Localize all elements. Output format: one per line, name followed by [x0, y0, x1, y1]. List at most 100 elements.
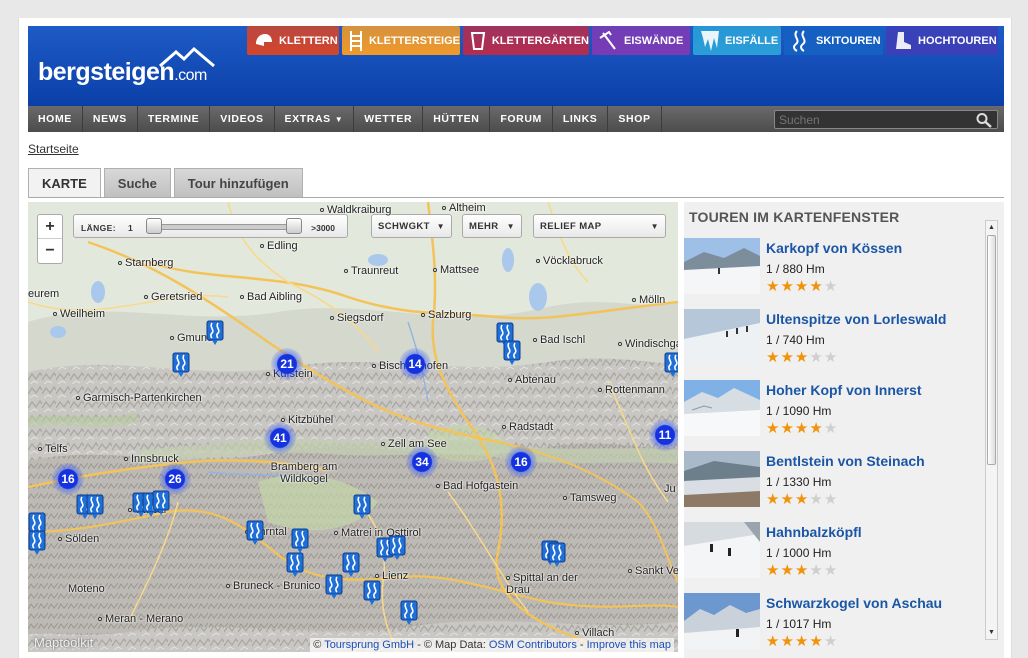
tour-cluster-marker[interactable]: 16: [505, 446, 537, 478]
tour-name-link[interactable]: Karkopf von Kössen: [766, 240, 902, 256]
place-dot: [38, 447, 42, 452]
improve-map-link[interactable]: Improve this map: [587, 639, 671, 651]
ski-tour-pin-icon[interactable]: [342, 552, 360, 578]
ski-tour-pin-icon[interactable]: [363, 580, 381, 606]
ski-tour-pin-icon[interactable]: [286, 552, 304, 578]
length-max-handle[interactable]: [286, 218, 302, 234]
breadcrumb[interactable]: Startseite: [28, 142, 79, 156]
tour-name-link[interactable]: Schwarzkogel von Aschau: [766, 595, 942, 611]
place-dot: [118, 261, 122, 266]
nav-news[interactable]: NEWS: [83, 106, 138, 132]
length-filter: LÄNGE: 1 >3000: [73, 214, 348, 238]
ski-tour-pin-icon[interactable]: [291, 528, 309, 554]
tour-cluster-marker[interactable]: 14: [399, 348, 431, 380]
nav-label: EXTRAS: [284, 113, 331, 125]
zoom-in-button[interactable]: +: [38, 215, 62, 239]
tour-thumbnail[interactable]: [684, 593, 760, 649]
scroll-thumb[interactable]: [987, 235, 996, 465]
tour-list-item[interactable]: Schwarzkogel von Aschau 1 / 1017 Hm ★★★★★: [684, 593, 984, 651]
map-place-label: Sölden: [58, 533, 99, 545]
search-icon[interactable]: [975, 112, 993, 128]
tab-tour-hinzufuegen[interactable]: Tour hinzufügen: [173, 168, 303, 197]
category-klettergärten[interactable]: KLETTERGÄRTEN: [463, 26, 589, 55]
nav-links[interactable]: LINKS: [553, 106, 609, 132]
tour-name-link[interactable]: Hahnbalzköpfl: [766, 524, 862, 540]
length-slider-track[interactable]: [146, 224, 301, 230]
osm-link[interactable]: OSM Contributors: [489, 639, 577, 651]
ski-tour-pin-icon[interactable]: [353, 494, 371, 520]
category-klettersteige[interactable]: KLETTERSTEIGE: [342, 26, 460, 55]
ski-tour-pin-icon[interactable]: [400, 600, 418, 626]
category-klettern[interactable]: KLETTERN: [247, 26, 339, 55]
scroll-down-icon[interactable]: ▼: [986, 626, 997, 639]
nav-home[interactable]: HOME: [28, 106, 83, 132]
category-skitouren[interactable]: SKITOUREN: [784, 26, 883, 55]
nav-label: HOME: [38, 113, 72, 125]
difficulty-dropdown[interactable]: SCHWGKT ▼: [371, 214, 452, 238]
more-dropdown[interactable]: MEHR ▼: [462, 214, 522, 238]
ski-tour-pin-icon[interactable]: [388, 535, 406, 561]
layer-dropdown[interactable]: RELIEF MAP ▼: [533, 214, 666, 238]
tour-list-item[interactable]: Hahnbalzköpfl 1 / 1000 Hm ★★★★★: [684, 522, 984, 580]
ski-tour-pin-icon[interactable]: [28, 530, 46, 556]
tour-list-item[interactable]: Hoher Kopf von Innerst 1 / 1090 Hm ★★★★★: [684, 380, 984, 438]
chevron-down-icon: ▼: [506, 221, 515, 231]
tour-name-link[interactable]: Hoher Kopf von Innerst: [766, 382, 922, 398]
nav-shop[interactable]: SHOP: [608, 106, 662, 132]
tour-thumbnail[interactable]: [684, 309, 760, 365]
tour-list-item[interactable]: Ultenspitze von Lorleswald 1 / 740 Hm ★★★★…: [684, 309, 984, 367]
place-dot: [266, 372, 270, 377]
star-icon: ★: [823, 562, 839, 579]
tour-cluster-marker[interactable]: 34: [406, 446, 438, 478]
map-place-label: Mattsee: [433, 264, 479, 276]
place-dot: [433, 268, 437, 273]
ski-tour-pin-icon[interactable]: [172, 352, 190, 378]
nav-label: NEWS: [92, 113, 127, 125]
search-input[interactable]: [775, 111, 965, 129]
star-icon: ★: [823, 491, 839, 508]
tab-karte[interactable]: KARTE: [28, 168, 101, 197]
tour-thumbnail[interactable]: [684, 380, 760, 436]
tour-cluster-marker[interactable]: 41: [264, 422, 296, 454]
tour-cluster-marker[interactable]: 21: [271, 348, 303, 380]
tour-thumbnail[interactable]: [684, 238, 760, 294]
ski-tour-pin-icon[interactable]: [325, 574, 343, 600]
category-eiswände[interactable]: EISWÄNDE: [592, 26, 690, 55]
credits-mid: - © Map Data:: [414, 639, 489, 651]
ski-tour-pin-icon[interactable]: [503, 340, 521, 366]
place-dot: [320, 208, 324, 213]
category-eisfälle[interactable]: EISFÄLLE: [693, 26, 781, 55]
zoom-out-button[interactable]: −: [38, 239, 62, 263]
ski-tour-pin-icon[interactable]: [548, 542, 566, 568]
page: bergsteigen.com KLETTERN KLETTERSTEIGE KLE…: [18, 18, 1012, 658]
nav-videos[interactable]: VIDEOS: [210, 106, 275, 132]
nav-termine[interactable]: TERMINE: [138, 106, 211, 132]
length-min-handle[interactable]: [146, 218, 162, 234]
scroll-up-icon[interactable]: ▲: [986, 221, 997, 234]
ski-tour-pin-icon[interactable]: [246, 520, 264, 546]
tour-cluster-marker[interactable]: 16: [52, 463, 84, 495]
tab-suche[interactable]: Suche: [103, 168, 171, 197]
tour-name-link[interactable]: Ultenspitze von Lorleswald: [766, 311, 946, 327]
ski-tour-pin-icon[interactable]: [152, 490, 170, 516]
nav-forum[interactable]: FORUM: [490, 106, 553, 132]
ski-tour-pin-icon[interactable]: [86, 494, 104, 520]
star-icon: ★: [766, 491, 781, 508]
tour-list-scrollbar[interactable]: ▲ ▼: [985, 220, 998, 640]
nav-hütten[interactable]: HÜTTEN: [423, 106, 491, 132]
place-dot: [442, 206, 446, 211]
tour-thumbnail[interactable]: [684, 451, 760, 507]
tour-thumbnail[interactable]: [684, 522, 760, 578]
tour-name-link[interactable]: Bentlstein von Steinach: [766, 453, 925, 469]
tour-list-item[interactable]: Karkopf von Kössen 1 / 880 Hm ★★★★★: [684, 238, 984, 296]
toursprung-link[interactable]: Toursprung GmbH: [324, 639, 414, 651]
tour-cluster-marker[interactable]: 26: [159, 463, 191, 495]
ski-tour-pin-icon[interactable]: [206, 320, 224, 346]
nav-wetter[interactable]: WETTER: [354, 106, 424, 132]
map-view[interactable]: + − LÄNGE: 1 >3000 SCHWGKT ▼ MEHR ▼ RELIEF…: [28, 202, 678, 652]
category-hochtouren[interactable]: HOCHTOUREN: [886, 26, 998, 55]
tour-cluster-marker[interactable]: 11: [649, 419, 678, 451]
ski-tour-pin-icon[interactable]: [664, 352, 678, 378]
tour-list-item[interactable]: Bentlstein von Steinach 1 / 1330 Hm ★★★★★: [684, 451, 984, 509]
nav-extras[interactable]: EXTRAS ▼: [275, 106, 355, 132]
